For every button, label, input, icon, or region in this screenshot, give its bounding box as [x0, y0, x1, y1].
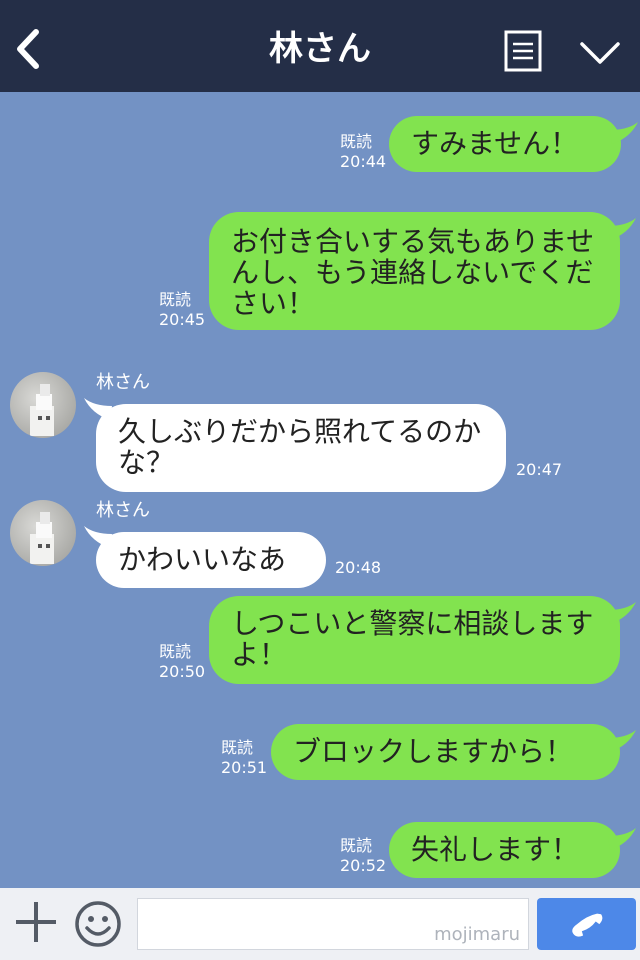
note-icon [504, 30, 542, 72]
call-button[interactable] [537, 898, 636, 950]
smiley-icon [75, 901, 121, 947]
message-bubble-received[interactable]: かわいいなあ [96, 532, 326, 588]
message-time: 20:48 [335, 558, 382, 577]
read-receipt: 既読 [221, 738, 254, 757]
read-receipt: 既読 [340, 836, 373, 855]
message-text: すみません！ [411, 127, 579, 160]
bubble-tail [608, 828, 636, 850]
bubble-tail [608, 602, 636, 624]
sender-name: 林さん [96, 372, 150, 393]
message-text: ブロックしますから！ [293, 735, 574, 768]
message-bubble-received[interactable]: 久しぶりだから照れてるのかな？ [96, 404, 506, 492]
message-time: 20:44 [340, 152, 387, 171]
plus-icon [16, 902, 56, 942]
message-time: 20:45 [159, 310, 206, 329]
message-meta: 既読 20:45 [159, 290, 205, 330]
message-bubble-sent[interactable]: しつこいと警察に相談しますよ！ [209, 596, 620, 684]
message-text: 失礼します！ [411, 833, 580, 866]
message-meta: 既読 20:50 [159, 642, 205, 682]
message-time: 20:50 [159, 662, 206, 681]
sender-name: 林さん [96, 500, 150, 521]
message-text: 久しぶりだから照れてるのかな？ [118, 415, 482, 479]
avatar-figure-icon [30, 384, 54, 436]
input-bar: mojimaru [0, 888, 640, 960]
message-time: 20:52 [340, 856, 387, 875]
message-bubble-sent[interactable]: すみません！ [389, 116, 621, 172]
avatar[interactable] [10, 500, 76, 566]
bubble-tail [608, 730, 636, 752]
message-input[interactable]: mojimaru [137, 898, 529, 950]
message-text: お付き合いする気もありませんし、もう連絡しないでください！ [231, 225, 595, 320]
chat-area[interactable]: 既読 20:44 すみません！ 既読 20:45 お付き合いする気もありませんし… [0, 92, 640, 888]
phone-icon [572, 913, 603, 937]
add-button[interactable] [14, 900, 58, 944]
read-receipt: 既読 [159, 642, 192, 661]
sticker-button[interactable] [74, 900, 122, 948]
message-bubble-sent[interactable]: お付き合いする気もありませんし、もう連絡しないでください！ [209, 212, 620, 330]
message-time: 20:51 [221, 758, 268, 777]
collapse-button[interactable] [578, 36, 622, 72]
message-time: 20:47 [516, 460, 563, 479]
avatar[interactable] [10, 372, 76, 438]
read-receipt: 既読 [340, 132, 373, 151]
bubble-tail [608, 218, 636, 240]
message-text: かわいいなあ [118, 543, 287, 576]
message-meta: 既読 20:51 [221, 738, 267, 778]
message-meta: 既読 20:52 [340, 836, 386, 876]
message-meta: 既読 20:44 [340, 132, 386, 172]
chat-title: 林さん [269, 29, 371, 69]
message-text: しつこいと警察に相談しますよ！ [231, 607, 594, 671]
message-bubble-sent[interactable]: ブロックしますから！ [271, 724, 620, 780]
chevron-down-icon [580, 42, 620, 64]
read-receipt: 既読 [159, 290, 192, 309]
avatar-figure-icon [30, 512, 54, 564]
chat-header: 林さん [0, 0, 640, 92]
watermark: mojimaru [434, 924, 520, 945]
note-button[interactable] [504, 30, 542, 72]
message-bubble-sent[interactable]: 失礼します！ [389, 822, 620, 878]
bubble-tail [610, 122, 638, 144]
